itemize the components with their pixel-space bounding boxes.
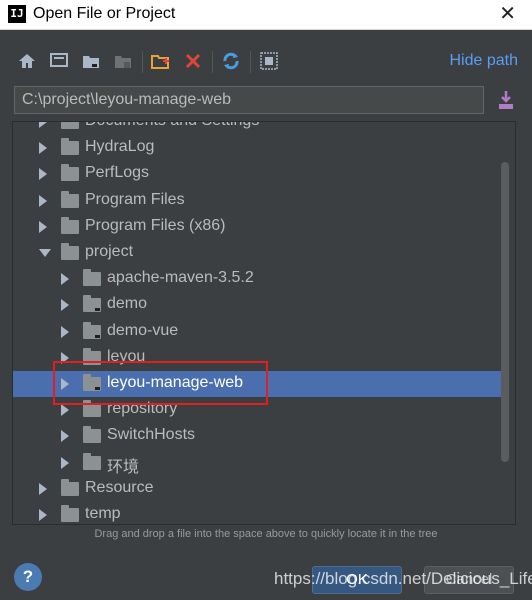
tree-row-label: temp [85,505,121,522]
folder-icon [61,164,79,182]
tree-row[interactable]: temp [13,502,501,524]
delete-icon[interactable] [180,48,206,74]
folder-icon [83,321,101,339]
tree-row[interactable]: Program Files [13,188,501,214]
toolbar-separator [142,51,143,73]
collapse-arrow-icon[interactable] [61,325,69,338]
window-title: Open File or Project [33,5,176,22]
desktop-icon[interactable] [46,48,72,74]
folder-icon [83,400,101,418]
expand-arrow-icon[interactable] [39,249,51,257]
tree-row-label: Resource [85,478,154,496]
folder-icon [61,243,79,260]
tree-row-label: PerfLogs [85,164,150,182]
collapse-arrow-icon[interactable] [39,168,47,181]
red-highlight-box [53,361,268,405]
path-input[interactable] [14,86,484,114]
intellij-logo-icon: IJ [6,3,28,25]
tree-row[interactable]: Documents and Settings [13,122,501,135]
collapse-arrow-icon[interactable] [39,220,47,233]
tree-row[interactable]: Program Files (x86) [13,214,501,240]
module-folder-icon[interactable] [110,48,136,74]
watermark-text: https://blog.csdn.net/Delicious_Life [274,569,532,588]
folder-icon [61,216,79,234]
tree-row-label: 环境 [107,458,140,476]
tree-row[interactable]: HydraLog [13,135,501,161]
title-bar: IJ Open File or Project ✕ [0,0,532,30]
show-hidden-icon[interactable] [256,48,282,74]
tree-row[interactable]: project [13,240,501,266]
project-folder-icon[interactable] [78,48,104,74]
collapse-arrow-icon[interactable] [61,273,69,286]
collapse-arrow-icon[interactable] [61,456,69,469]
collapse-arrow-icon[interactable] [39,482,47,495]
folder-icon [83,452,101,470]
tree-row[interactable]: SwitchHosts [13,423,501,449]
collapse-arrow-icon[interactable] [39,122,47,128]
tree-row-label: apache-maven-3.5.2 [107,269,254,287]
tree-row-label: Program Files [85,190,185,208]
tree-row-label: Program Files (x86) [85,216,226,234]
collapse-arrow-icon[interactable] [39,194,47,207]
new-folder-icon[interactable] [148,48,174,74]
help-button[interactable]: ? [14,563,42,591]
collapse-arrow-icon[interactable] [61,430,69,443]
tree-row[interactable]: 环境 [13,450,501,476]
tree-row[interactable]: PerfLogs [13,161,501,187]
tree-row-label: project [85,243,134,260]
path-row [14,86,518,114]
collapse-arrow-icon[interactable] [39,509,47,521]
collapse-arrow-icon[interactable] [61,299,69,312]
folder-icon [61,478,79,496]
tree-row[interactable]: Resource [13,476,501,502]
folder-icon [83,426,101,444]
tree-row-label: SwitchHosts [107,426,196,444]
collapse-arrow-icon[interactable] [61,404,69,417]
toolbar-separator [212,51,213,73]
collapse-arrow-icon[interactable] [39,142,47,155]
folder-icon [83,295,101,313]
tree-row-label: HydraLog [85,138,155,156]
folder-icon [61,190,79,208]
folder-icon [61,122,79,129]
folder-icon [83,269,101,287]
tree-scrollbar[interactable] [501,162,509,462]
tree-row-label: Documents and Settings [85,122,259,130]
close-icon[interactable]: ✕ [499,3,516,25]
tree-row-label: demo-vue [107,321,179,339]
drag-drop-hint: Drag and drop a file into the space abov… [94,528,438,540]
tree-row[interactable]: apache-maven-3.5.2 [13,266,501,292]
folder-icon [61,138,79,156]
toolbar: Hide path [14,48,518,76]
tree-row-label: demo [107,295,148,313]
file-tree[interactable]: Documents and Settings HydraLog PerfLogs Pr… [12,121,516,525]
home-icon[interactable] [14,48,40,74]
hide-path-link[interactable]: Hide path [450,52,519,70]
refresh-icon[interactable] [218,48,244,74]
download-path-icon[interactable] [494,88,518,112]
tree-row[interactable]: demo-vue [13,319,501,345]
toolbar-separator [250,51,251,73]
tree-row[interactable]: demo [13,292,501,318]
folder-icon [61,505,79,522]
